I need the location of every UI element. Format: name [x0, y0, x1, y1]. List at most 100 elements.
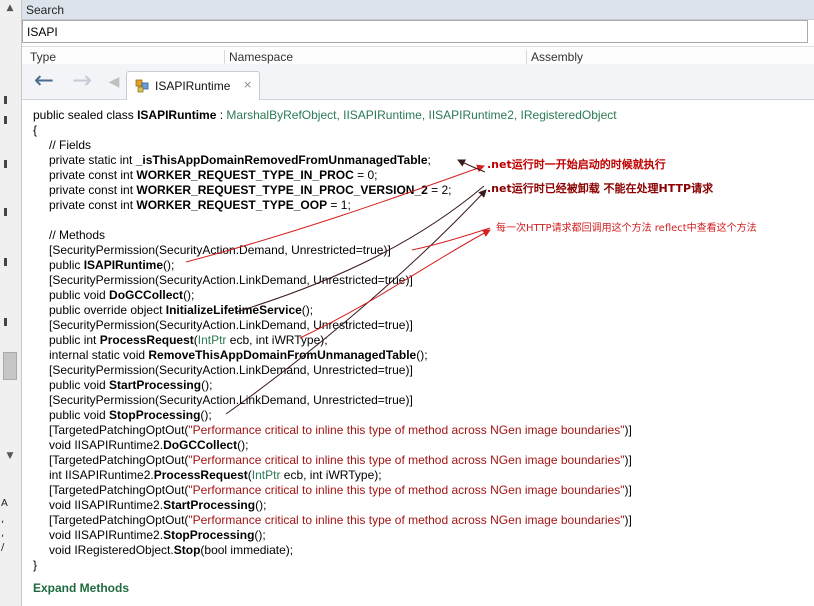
member-name: InitializeLifetimeService [165, 303, 302, 317]
attribute-line: [TargetedPatchingOptOut("Performance cri… [49, 483, 632, 497]
attribute-line: [SecurityPermission(SecurityAction.LinkD… [49, 363, 413, 377]
code-token: (); [254, 528, 266, 542]
arrow-left-icon[interactable]: ← [30, 68, 58, 94]
code-token: (); [255, 498, 267, 512]
left-text-fragment: , [1, 514, 5, 525]
code-token: ecb, int iWRType); [280, 468, 382, 482]
class-name: ISAPIRuntime [137, 108, 217, 122]
code-token: ; [427, 153, 431, 167]
member-name: WORKER_REQUEST_TYPE_IN_PROC_VERSION_2 [136, 183, 428, 197]
column-namespace[interactable]: Namespace [224, 50, 293, 64]
arrow-right-icon[interactable]: → [68, 68, 96, 94]
scrollbar-thumb[interactable] [3, 352, 17, 380]
field-line: private const int WORKER_REQUEST_TYPE_IN… [49, 183, 451, 198]
base-types: MarshalByRefObject, IISAPIRuntime, IISAP… [226, 108, 617, 122]
member-name: Stop [173, 543, 201, 557]
method-line: public ISAPIRuntime(); [49, 258, 174, 273]
code-token: = 2; [427, 183, 452, 197]
code-token: = 0; [353, 168, 378, 182]
column-assembly[interactable]: Assembly [526, 50, 583, 64]
code-token: private const int [49, 183, 137, 197]
left-text-fragment: A [1, 498, 8, 509]
code-token: int IISAPIRuntime2. [49, 468, 154, 482]
attribute-line: [SecurityPermission(SecurityAction.LinkD… [49, 318, 413, 332]
code-token: (); [301, 303, 314, 317]
expand-methods-link[interactable]: Expand Methods [33, 581, 129, 595]
member-name: RemoveThisAppDomainFromUnmanagedTable [148, 348, 417, 362]
open-brace: { [33, 123, 38, 137]
code-token: public void [49, 408, 110, 422]
code-token: public void [49, 378, 110, 392]
code-token: public int [49, 333, 100, 347]
results-column-header: Type Namespace Assembly [22, 46, 814, 64]
code-token: public [49, 258, 84, 272]
code-token: (); [416, 348, 428, 362]
attribute-line: [TargetedPatchingOptOut("Performance cri… [49, 423, 632, 437]
member-name: WORKER_REQUEST_TYPE_OOP [136, 198, 328, 212]
member-name: StartProcessing [163, 498, 256, 512]
member-name: StopProcessing [163, 528, 255, 542]
method-line: void IISAPIRuntime2.StopProcessing(); [49, 528, 266, 543]
member-name: StartProcessing [109, 378, 202, 392]
scroll-up-icon[interactable]: ▲ [3, 2, 17, 14]
method-line: public void StopProcessing(); [49, 408, 212, 423]
class-declaration: public sealed class ISAPIRuntime : Marsh… [33, 108, 617, 123]
code-token: IntPtr [251, 468, 281, 482]
field-line: private const int WORKER_REQUEST_TYPE_OO… [49, 198, 351, 213]
tab-isapiruntime[interactable]: ISAPIRuntime × [126, 71, 260, 100]
decompiler-window: ▲ ▼ A , , / Search Type Namespace Assemb… [0, 0, 814, 606]
member-name: DoGCCollect [109, 288, 184, 302]
class-icon [135, 79, 149, 93]
tree-tick [4, 318, 7, 326]
tree-tick [4, 208, 7, 216]
search-panel-title: Search [22, 0, 814, 20]
fields-comment: // Fields [49, 138, 92, 152]
close-icon[interactable]: × [243, 78, 252, 91]
tab-scroll-left-icon[interactable]: ◀ [108, 72, 120, 92]
method-line: void IRegisteredObject.Stop(bool immedia… [49, 543, 293, 558]
code-token: private const int [49, 198, 137, 212]
column-type[interactable]: Type [26, 50, 56, 64]
member-name: ISAPIRuntime [83, 258, 164, 272]
attribute-line: [TargetedPatchingOptOut("Performance cri… [49, 453, 632, 467]
code-token: = 1; [327, 198, 351, 212]
member-name: StopProcessing [109, 408, 201, 422]
code-token: (); [201, 378, 213, 392]
code-view: public sealed class ISAPIRuntime : Marsh… [22, 100, 814, 606]
attribute-line: [SecurityPermission(SecurityAction.LinkD… [49, 393, 413, 407]
code-token: void IISAPIRuntime2. [49, 528, 164, 542]
code-token: private static int [49, 153, 136, 167]
code-token: public sealed class [33, 108, 138, 122]
method-line: void IISAPIRuntime2.DoGCCollect(); [49, 438, 248, 453]
tree-tick [4, 258, 7, 266]
methods-comment: // Methods [49, 228, 106, 242]
left-text-fragment: / [1, 542, 5, 553]
method-line: public override object InitializeLifetim… [49, 303, 313, 318]
left-text-fragment: , [1, 528, 5, 539]
attribute-line: [SecurityPermission(SecurityAction.Deman… [49, 243, 391, 257]
code-token: (); [163, 258, 175, 272]
code-token: IntPtr [197, 333, 227, 347]
field-line: private const int WORKER_REQUEST_TYPE_IN… [49, 168, 377, 183]
member-name: DoGCCollect [163, 438, 238, 452]
tree-tick [4, 96, 7, 104]
attribute-line: [SecurityPermission(SecurityAction.LinkD… [49, 273, 413, 287]
code-token: public override object [49, 303, 166, 317]
code-token: (); [183, 288, 195, 302]
left-pane-edge: ▲ ▼ A , , / [0, 0, 22, 606]
code-token: internal static void [49, 348, 149, 362]
code-token: void IRegisteredObject. [49, 543, 174, 557]
member-name: _isThisAppDomainRemovedFromUnmanagedTabl… [135, 153, 428, 167]
scroll-down-icon[interactable]: ▼ [3, 450, 17, 462]
code-token: ecb, int iWRType); [226, 333, 328, 347]
method-line: void IISAPIRuntime2.StartProcessing(); [49, 498, 266, 513]
search-input[interactable] [22, 20, 808, 43]
method-line: public int ProcessRequest(IntPtr ecb, in… [49, 333, 328, 347]
member-name: ProcessRequest [153, 468, 248, 482]
member-name: ProcessRequest [99, 333, 194, 347]
member-name: WORKER_REQUEST_TYPE_IN_PROC [136, 168, 354, 182]
code-token: : [216, 108, 227, 122]
method-line: public void StartProcessing(); [49, 378, 212, 393]
method-line: internal static void RemoveThisAppDomain… [49, 348, 428, 363]
attribute-line: [TargetedPatchingOptOut("Performance cri… [49, 513, 632, 527]
